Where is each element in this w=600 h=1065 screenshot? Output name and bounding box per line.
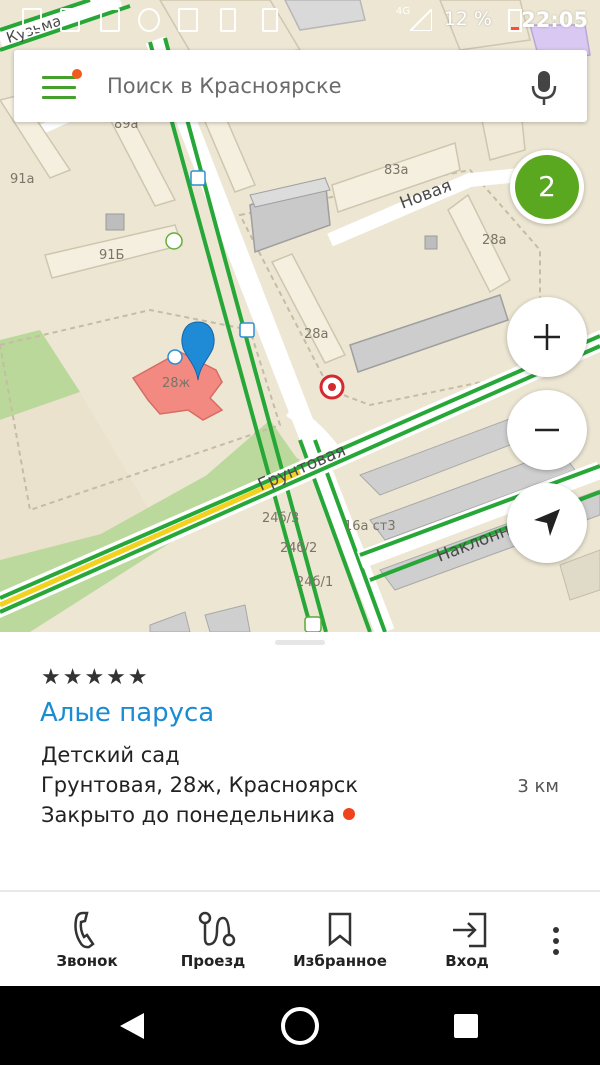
house-number-label: 28а <box>482 233 507 248</box>
zoom-out-button[interactable] <box>507 390 587 470</box>
place-address: Грунтовая, 28ж, Красноярск <box>41 773 359 797</box>
navigation-arrow-icon <box>534 509 560 536</box>
fuel-station-icon[interactable] <box>304 616 322 632</box>
bus-stop-icon[interactable] <box>239 322 255 338</box>
route-button[interactable]: Проезд <box>163 892 263 986</box>
network-type: 4G <box>395 6 410 17</box>
signal-icon <box>410 9 432 31</box>
entrance-icon <box>453 912 487 948</box>
drag-handle[interactable] <box>275 640 325 645</box>
plus-icon <box>534 324 560 350</box>
house-number-label: 91а <box>10 172 35 187</box>
house-number-label: 24б/3 <box>262 511 300 526</box>
sim-icon <box>100 8 120 32</box>
opening-hours-text: Закрыто до понедельника <box>41 803 336 827</box>
minus-icon <box>535 428 559 432</box>
call-button[interactable]: Звонок <box>37 892 137 986</box>
house-number-label: 24б/1 <box>296 575 334 590</box>
status-bar: 4G 12 % 22:05 <box>0 0 600 40</box>
favorite-label: Избранное <box>293 952 387 970</box>
place-distance: 3 км <box>517 776 559 797</box>
entrance-button[interactable]: Вход <box>417 892 517 986</box>
bookmark-icon <box>328 912 352 947</box>
menu-button[interactable] <box>42 69 82 100</box>
notification-dot <box>72 69 82 79</box>
place-title[interactable]: Алые паруса <box>40 698 214 728</box>
entrance-label: Вход <box>445 952 489 970</box>
house-number-label: 24б/2 <box>280 541 318 556</box>
back-icon[interactable] <box>110 1004 154 1048</box>
house-number-label: 28ж <box>162 376 191 391</box>
house-number-label: 83а <box>384 163 409 178</box>
microphone-icon[interactable] <box>531 70 557 106</box>
house-number-label: 16а ст3 <box>344 519 396 534</box>
search-input[interactable]: Поиск в Красноярске <box>107 74 342 98</box>
place-category: Детский сад <box>41 743 180 767</box>
more-options-button[interactable] <box>545 916 567 960</box>
house-number-label: 91Б <box>99 248 125 263</box>
gallery-icon <box>178 8 198 32</box>
app-screen: 89а 91а 91Б 83а 28а 28а 28ж 24б/3 24б/2 … <box>0 0 600 1065</box>
bus-stop-icon[interactable] <box>190 170 206 186</box>
place-card[interactable]: ★★★★★ Алые паруса Детский сад Грунтовая,… <box>0 632 600 890</box>
notification-icon <box>60 8 80 32</box>
favorite-button[interactable]: Избранное <box>290 892 390 986</box>
clock: 22:05 <box>521 8 588 32</box>
cluster-count: 2 <box>515 155 579 219</box>
closed-status-dot <box>343 808 356 820</box>
my-location-button[interactable] <box>507 483 587 563</box>
system-navigation-bar <box>0 986 600 1065</box>
battery-icon <box>508 9 522 32</box>
call-label: Звонок <box>56 952 118 970</box>
route-label: Проезд <box>180 952 246 970</box>
phone-icon <box>74 911 95 949</box>
settings-icon <box>138 8 160 32</box>
battery-percent: 12 % <box>443 8 492 30</box>
recent-apps-icon[interactable] <box>444 1004 488 1048</box>
zoom-in-button[interactable] <box>507 297 587 377</box>
search-bar[interactable]: Поиск в Красноярске <box>14 50 587 122</box>
cluster-marker[interactable]: 2 <box>510 150 584 224</box>
home-icon[interactable] <box>278 1004 322 1048</box>
shop-icon[interactable] <box>165 232 183 250</box>
notification-icon <box>22 8 42 32</box>
opening-hours: Закрыто до понедельника <box>41 803 356 827</box>
device-icon <box>262 8 278 32</box>
action-bar: Звонок Проезд Избранное Вход <box>0 890 600 986</box>
rating-stars: ★★★★★ <box>41 665 150 690</box>
route-icon <box>198 911 236 947</box>
house-number-label: 28а <box>304 327 329 342</box>
battery-saver-icon <box>220 8 236 32</box>
